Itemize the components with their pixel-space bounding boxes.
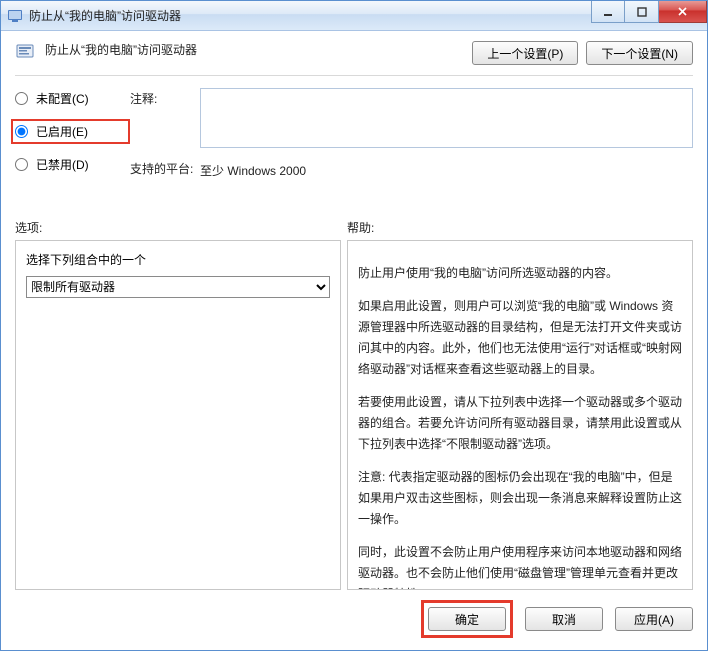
radio-enabled-label: 已启用(E) <box>36 123 88 140</box>
options-section-label: 选项: <box>15 219 347 236</box>
ok-button[interactable]: 确定 <box>428 607 506 631</box>
radio-not-configured-input[interactable] <box>15 92 28 105</box>
app-icon <box>7 8 23 24</box>
help-section-label: 帮助: <box>347 219 693 236</box>
window-title: 防止从“我的电脑”访问驱动器 <box>29 7 591 24</box>
radio-not-configured-label: 未配置(C) <box>36 90 89 107</box>
comment-textarea[interactable] <box>200 88 693 148</box>
apply-button[interactable]: 应用(A) <box>615 607 693 631</box>
state-radio-group: 未配置(C) 已启用(E) 已禁用(D) <box>15 88 130 173</box>
minimize-button[interactable] <box>591 1 625 23</box>
radio-disabled-input[interactable] <box>15 158 28 171</box>
content-area: 防止从“我的电脑”访问驱动器 上一个设置(P) 下一个设置(N) 未配置(C) … <box>1 31 707 650</box>
radio-enabled[interactable]: 已启用(E) <box>11 119 130 144</box>
help-paragraph: 注意: 代表指定驱动器的图标仍会出现在“我的电脑”中，但是如果用户双击这些图标，… <box>358 467 682 530</box>
drive-restriction-select[interactable]: 限制所有驱动器 <box>26 276 330 298</box>
page-title: 防止从“我的电脑”访问驱动器 <box>45 41 462 58</box>
help-paragraph: 若要使用此设置，请从下拉列表中选择一个驱动器或多个驱动器的组合。若要允许访问所有… <box>358 392 682 455</box>
help-paragraph: 防止用户使用“我的电脑”访问所选驱动器的内容。 <box>358 263 682 284</box>
radio-disabled[interactable]: 已禁用(D) <box>15 156 130 173</box>
close-button[interactable] <box>659 1 707 23</box>
prev-setting-button[interactable]: 上一个设置(P) <box>472 41 578 65</box>
divider <box>15 75 693 76</box>
titlebar: 防止从“我的电脑”访问驱动器 <box>1 1 707 31</box>
platform-label: 支持的平台: <box>130 158 200 177</box>
help-paragraph: 如果启用此设置，则用户可以浏览“我的电脑”或 Windows 资源管理器中所选驱… <box>358 296 682 380</box>
policy-icon <box>15 42 35 62</box>
help-paragraph: 同时，此设置不会防止用户使用程序来访问本地驱动器和网络驱动器。也不会防止他们使用… <box>358 542 682 590</box>
maximize-button[interactable] <box>625 1 659 23</box>
comment-label: 注释: <box>130 88 200 107</box>
radio-not-configured[interactable]: 未配置(C) <box>15 90 130 107</box>
help-panel: 防止用户使用“我的电脑”访问所选驱动器的内容。 如果启用此设置，则用户可以浏览“… <box>347 240 693 590</box>
cancel-button[interactable]: 取消 <box>525 607 603 631</box>
dialog-footer: 确定 取消 应用(A) <box>15 590 693 638</box>
radio-disabled-label: 已禁用(D) <box>36 156 89 173</box>
dialog-window: 防止从“我的电脑”访问驱动器 防止从“我的电脑”访问 <box>0 0 708 651</box>
radio-enabled-input[interactable] <box>15 125 28 138</box>
options-panel: 选择下列组合中的一个 限制所有驱动器 <box>15 240 341 590</box>
window-controls <box>591 1 707 30</box>
options-caption: 选择下列组合中的一个 <box>26 251 330 268</box>
platform-value: 至少 Windows 2000 <box>200 158 693 179</box>
next-setting-button[interactable]: 下一个设置(N) <box>586 41 693 65</box>
ok-highlight: 确定 <box>421 600 513 638</box>
